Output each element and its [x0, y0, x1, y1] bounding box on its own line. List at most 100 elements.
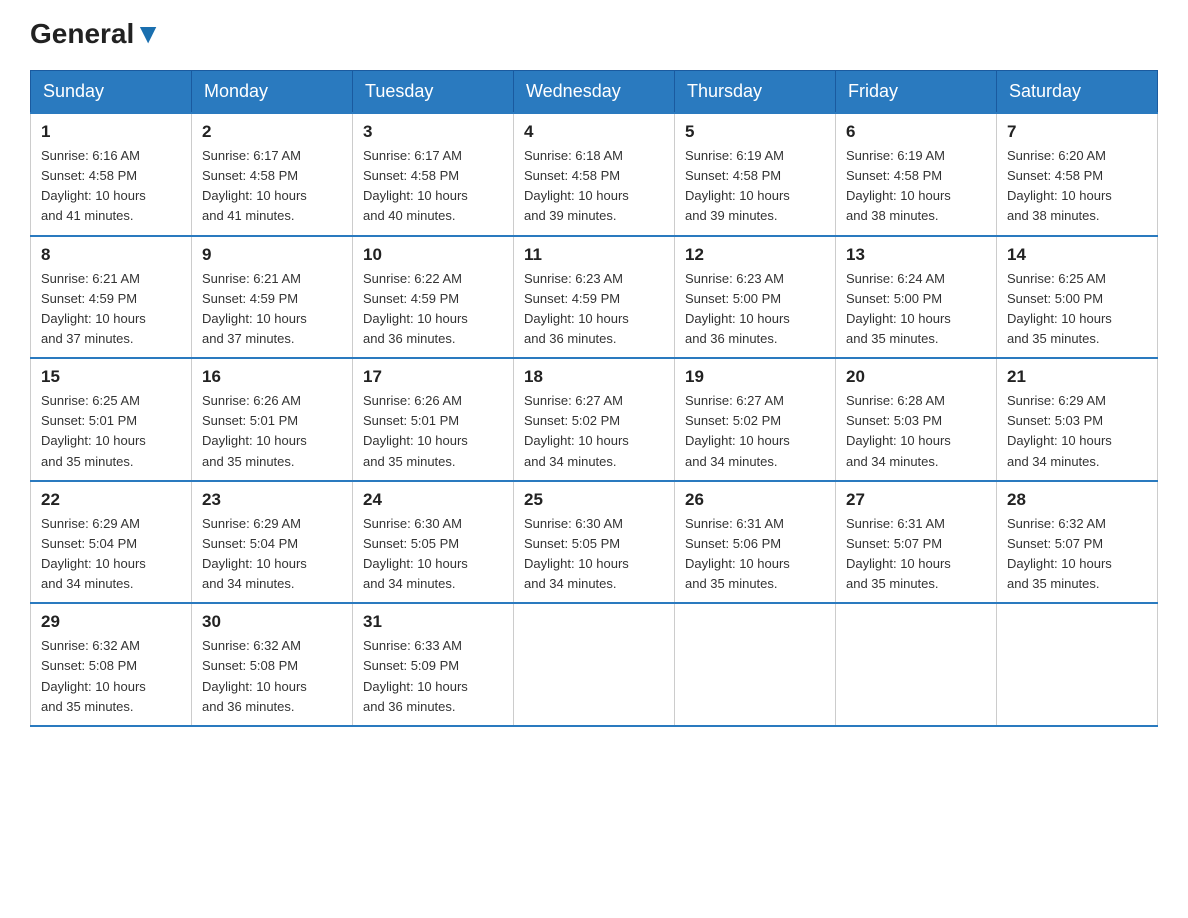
day-info: Sunrise: 6:20 AMSunset: 4:58 PMDaylight:…: [1007, 146, 1147, 227]
calendar-cell: 28 Sunrise: 6:32 AMSunset: 5:07 PMDayligh…: [997, 481, 1158, 604]
calendar-header-wednesday: Wednesday: [514, 71, 675, 114]
calendar-cell: 25 Sunrise: 6:30 AMSunset: 5:05 PMDayligh…: [514, 481, 675, 604]
day-info: Sunrise: 6:29 AMSunset: 5:04 PMDaylight:…: [202, 514, 342, 595]
day-number: 16: [202, 367, 342, 387]
calendar-cell: 27 Sunrise: 6:31 AMSunset: 5:07 PMDayligh…: [836, 481, 997, 604]
calendar-cell: 10 Sunrise: 6:22 AMSunset: 4:59 PMDayligh…: [353, 236, 514, 359]
calendar-cell: 4 Sunrise: 6:18 AMSunset: 4:58 PMDaylight…: [514, 113, 675, 236]
calendar-week-1: 1Sunrise: 6:16 AMSunset: 4:58 PMDaylight…: [31, 113, 1158, 236]
calendar-week-3: 15Sunrise: 6:25 AMSunset: 5:01 PMDayligh…: [31, 358, 1158, 481]
day-number: 13: [846, 245, 986, 265]
calendar-cell: 5 Sunrise: 6:19 AMSunset: 4:58 PMDaylight…: [675, 113, 836, 236]
calendar-cell: 15Sunrise: 6:25 AMSunset: 5:01 PMDayligh…: [31, 358, 192, 481]
day-number: 2: [202, 122, 342, 142]
day-info: Sunrise: 6:24 AMSunset: 5:00 PMDaylight:…: [846, 269, 986, 350]
day-info: Sunrise: 6:32 AMSunset: 5:08 PMDaylight:…: [41, 636, 181, 717]
day-number: 17: [363, 367, 503, 387]
calendar-header-thursday: Thursday: [675, 71, 836, 114]
day-number: 24: [363, 490, 503, 510]
calendar-week-4: 22Sunrise: 6:29 AMSunset: 5:04 PMDayligh…: [31, 481, 1158, 604]
day-info: Sunrise: 6:31 AMSunset: 5:07 PMDaylight:…: [846, 514, 986, 595]
calendar-cell: 11Sunrise: 6:23 AMSunset: 4:59 PMDayligh…: [514, 236, 675, 359]
calendar-cell: [836, 603, 997, 726]
calendar-cell: 16 Sunrise: 6:26 AMSunset: 5:01 PMDayligh…: [192, 358, 353, 481]
day-info: Sunrise: 6:33 AMSunset: 5:09 PMDaylight:…: [363, 636, 503, 717]
day-info: Sunrise: 6:22 AMSunset: 4:59 PMDaylight:…: [363, 269, 503, 350]
calendar-header-row: SundayMondayTuesdayWednesdayThursdayFrid…: [31, 71, 1158, 114]
calendar-cell: 7 Sunrise: 6:20 AMSunset: 4:58 PMDaylight…: [997, 113, 1158, 236]
day-number: 8: [41, 245, 181, 265]
calendar-cell: 8 Sunrise: 6:21 AMSunset: 4:59 PMDaylight…: [31, 236, 192, 359]
day-info: Sunrise: 6:29 AMSunset: 5:04 PMDaylight:…: [41, 514, 181, 595]
day-info: Sunrise: 6:28 AMSunset: 5:03 PMDaylight:…: [846, 391, 986, 472]
day-info: Sunrise: 6:19 AMSunset: 4:58 PMDaylight:…: [846, 146, 986, 227]
calendar-cell: [675, 603, 836, 726]
day-info: Sunrise: 6:27 AMSunset: 5:02 PMDaylight:…: [524, 391, 664, 472]
day-number: 18: [524, 367, 664, 387]
calendar-week-5: 29 Sunrise: 6:32 AMSunset: 5:08 PMDayligh…: [31, 603, 1158, 726]
day-info: Sunrise: 6:17 AMSunset: 4:58 PMDaylight:…: [363, 146, 503, 227]
day-number: 30: [202, 612, 342, 632]
calendar-cell: 1Sunrise: 6:16 AMSunset: 4:58 PMDaylight…: [31, 113, 192, 236]
calendar-header-monday: Monday: [192, 71, 353, 114]
day-number: 4: [524, 122, 664, 142]
calendar-cell: [514, 603, 675, 726]
day-number: 25: [524, 490, 664, 510]
day-number: 28: [1007, 490, 1147, 510]
day-info: Sunrise: 6:21 AMSunset: 4:59 PMDaylight:…: [41, 269, 181, 350]
day-info: Sunrise: 6:21 AMSunset: 4:59 PMDaylight:…: [202, 269, 342, 350]
day-info: Sunrise: 6:19 AMSunset: 4:58 PMDaylight:…: [685, 146, 825, 227]
day-number: 5: [685, 122, 825, 142]
calendar-cell: 26Sunrise: 6:31 AMSunset: 5:06 PMDayligh…: [675, 481, 836, 604]
day-number: 6: [846, 122, 986, 142]
calendar-cell: 14Sunrise: 6:25 AMSunset: 5:00 PMDayligh…: [997, 236, 1158, 359]
calendar-cell: 13 Sunrise: 6:24 AMSunset: 5:00 PMDayligh…: [836, 236, 997, 359]
calendar-cell: 12Sunrise: 6:23 AMSunset: 5:00 PMDayligh…: [675, 236, 836, 359]
calendar-cell: [997, 603, 1158, 726]
day-info: Sunrise: 6:25 AMSunset: 5:00 PMDaylight:…: [1007, 269, 1147, 350]
day-number: 7: [1007, 122, 1147, 142]
logo: General▼: [30, 20, 162, 50]
calendar-cell: 3 Sunrise: 6:17 AMSunset: 4:58 PMDaylight…: [353, 113, 514, 236]
day-info: Sunrise: 6:17 AMSunset: 4:58 PMDaylight:…: [202, 146, 342, 227]
calendar-week-2: 8 Sunrise: 6:21 AMSunset: 4:59 PMDaylight…: [31, 236, 1158, 359]
calendar-cell: 22Sunrise: 6:29 AMSunset: 5:04 PMDayligh…: [31, 481, 192, 604]
calendar-header-sunday: Sunday: [31, 71, 192, 114]
calendar-cell: 24 Sunrise: 6:30 AMSunset: 5:05 PMDayligh…: [353, 481, 514, 604]
logo-general: General▼: [30, 20, 162, 48]
calendar-cell: 9 Sunrise: 6:21 AMSunset: 4:59 PMDaylight…: [192, 236, 353, 359]
calendar-cell: 20 Sunrise: 6:28 AMSunset: 5:03 PMDayligh…: [836, 358, 997, 481]
calendar-cell: 29 Sunrise: 6:32 AMSunset: 5:08 PMDayligh…: [31, 603, 192, 726]
day-number: 9: [202, 245, 342, 265]
calendar-header-saturday: Saturday: [997, 71, 1158, 114]
calendar-header-tuesday: Tuesday: [353, 71, 514, 114]
calendar-cell: 18 Sunrise: 6:27 AMSunset: 5:02 PMDayligh…: [514, 358, 675, 481]
day-number: 31: [363, 612, 503, 632]
day-number: 29: [41, 612, 181, 632]
day-info: Sunrise: 6:30 AMSunset: 5:05 PMDaylight:…: [363, 514, 503, 595]
calendar-cell: 21Sunrise: 6:29 AMSunset: 5:03 PMDayligh…: [997, 358, 1158, 481]
day-info: Sunrise: 6:30 AMSunset: 5:05 PMDaylight:…: [524, 514, 664, 595]
day-info: Sunrise: 6:29 AMSunset: 5:03 PMDaylight:…: [1007, 391, 1147, 472]
day-number: 20: [846, 367, 986, 387]
calendar-cell: 2 Sunrise: 6:17 AMSunset: 4:58 PMDaylight…: [192, 113, 353, 236]
day-info: Sunrise: 6:32 AMSunset: 5:07 PMDaylight:…: [1007, 514, 1147, 595]
day-number: 1: [41, 122, 181, 142]
calendar-cell: 30 Sunrise: 6:32 AMSunset: 5:08 PMDayligh…: [192, 603, 353, 726]
logo-triangle-icon: ▼: [134, 18, 162, 49]
calendar-table: SundayMondayTuesdayWednesdayThursdayFrid…: [30, 70, 1158, 727]
calendar-cell: 19Sunrise: 6:27 AMSunset: 5:02 PMDayligh…: [675, 358, 836, 481]
day-info: Sunrise: 6:26 AMSunset: 5:01 PMDaylight:…: [202, 391, 342, 472]
day-number: 19: [685, 367, 825, 387]
day-number: 3: [363, 122, 503, 142]
day-number: 10: [363, 245, 503, 265]
day-number: 12: [685, 245, 825, 265]
day-number: 27: [846, 490, 986, 510]
calendar-cell: 17Sunrise: 6:26 AMSunset: 5:01 PMDayligh…: [353, 358, 514, 481]
day-info: Sunrise: 6:32 AMSunset: 5:08 PMDaylight:…: [202, 636, 342, 717]
day-info: Sunrise: 6:23 AMSunset: 4:59 PMDaylight:…: [524, 269, 664, 350]
day-number: 23: [202, 490, 342, 510]
day-info: Sunrise: 6:18 AMSunset: 4:58 PMDaylight:…: [524, 146, 664, 227]
day-info: Sunrise: 6:25 AMSunset: 5:01 PMDaylight:…: [41, 391, 181, 472]
calendar-header-friday: Friday: [836, 71, 997, 114]
